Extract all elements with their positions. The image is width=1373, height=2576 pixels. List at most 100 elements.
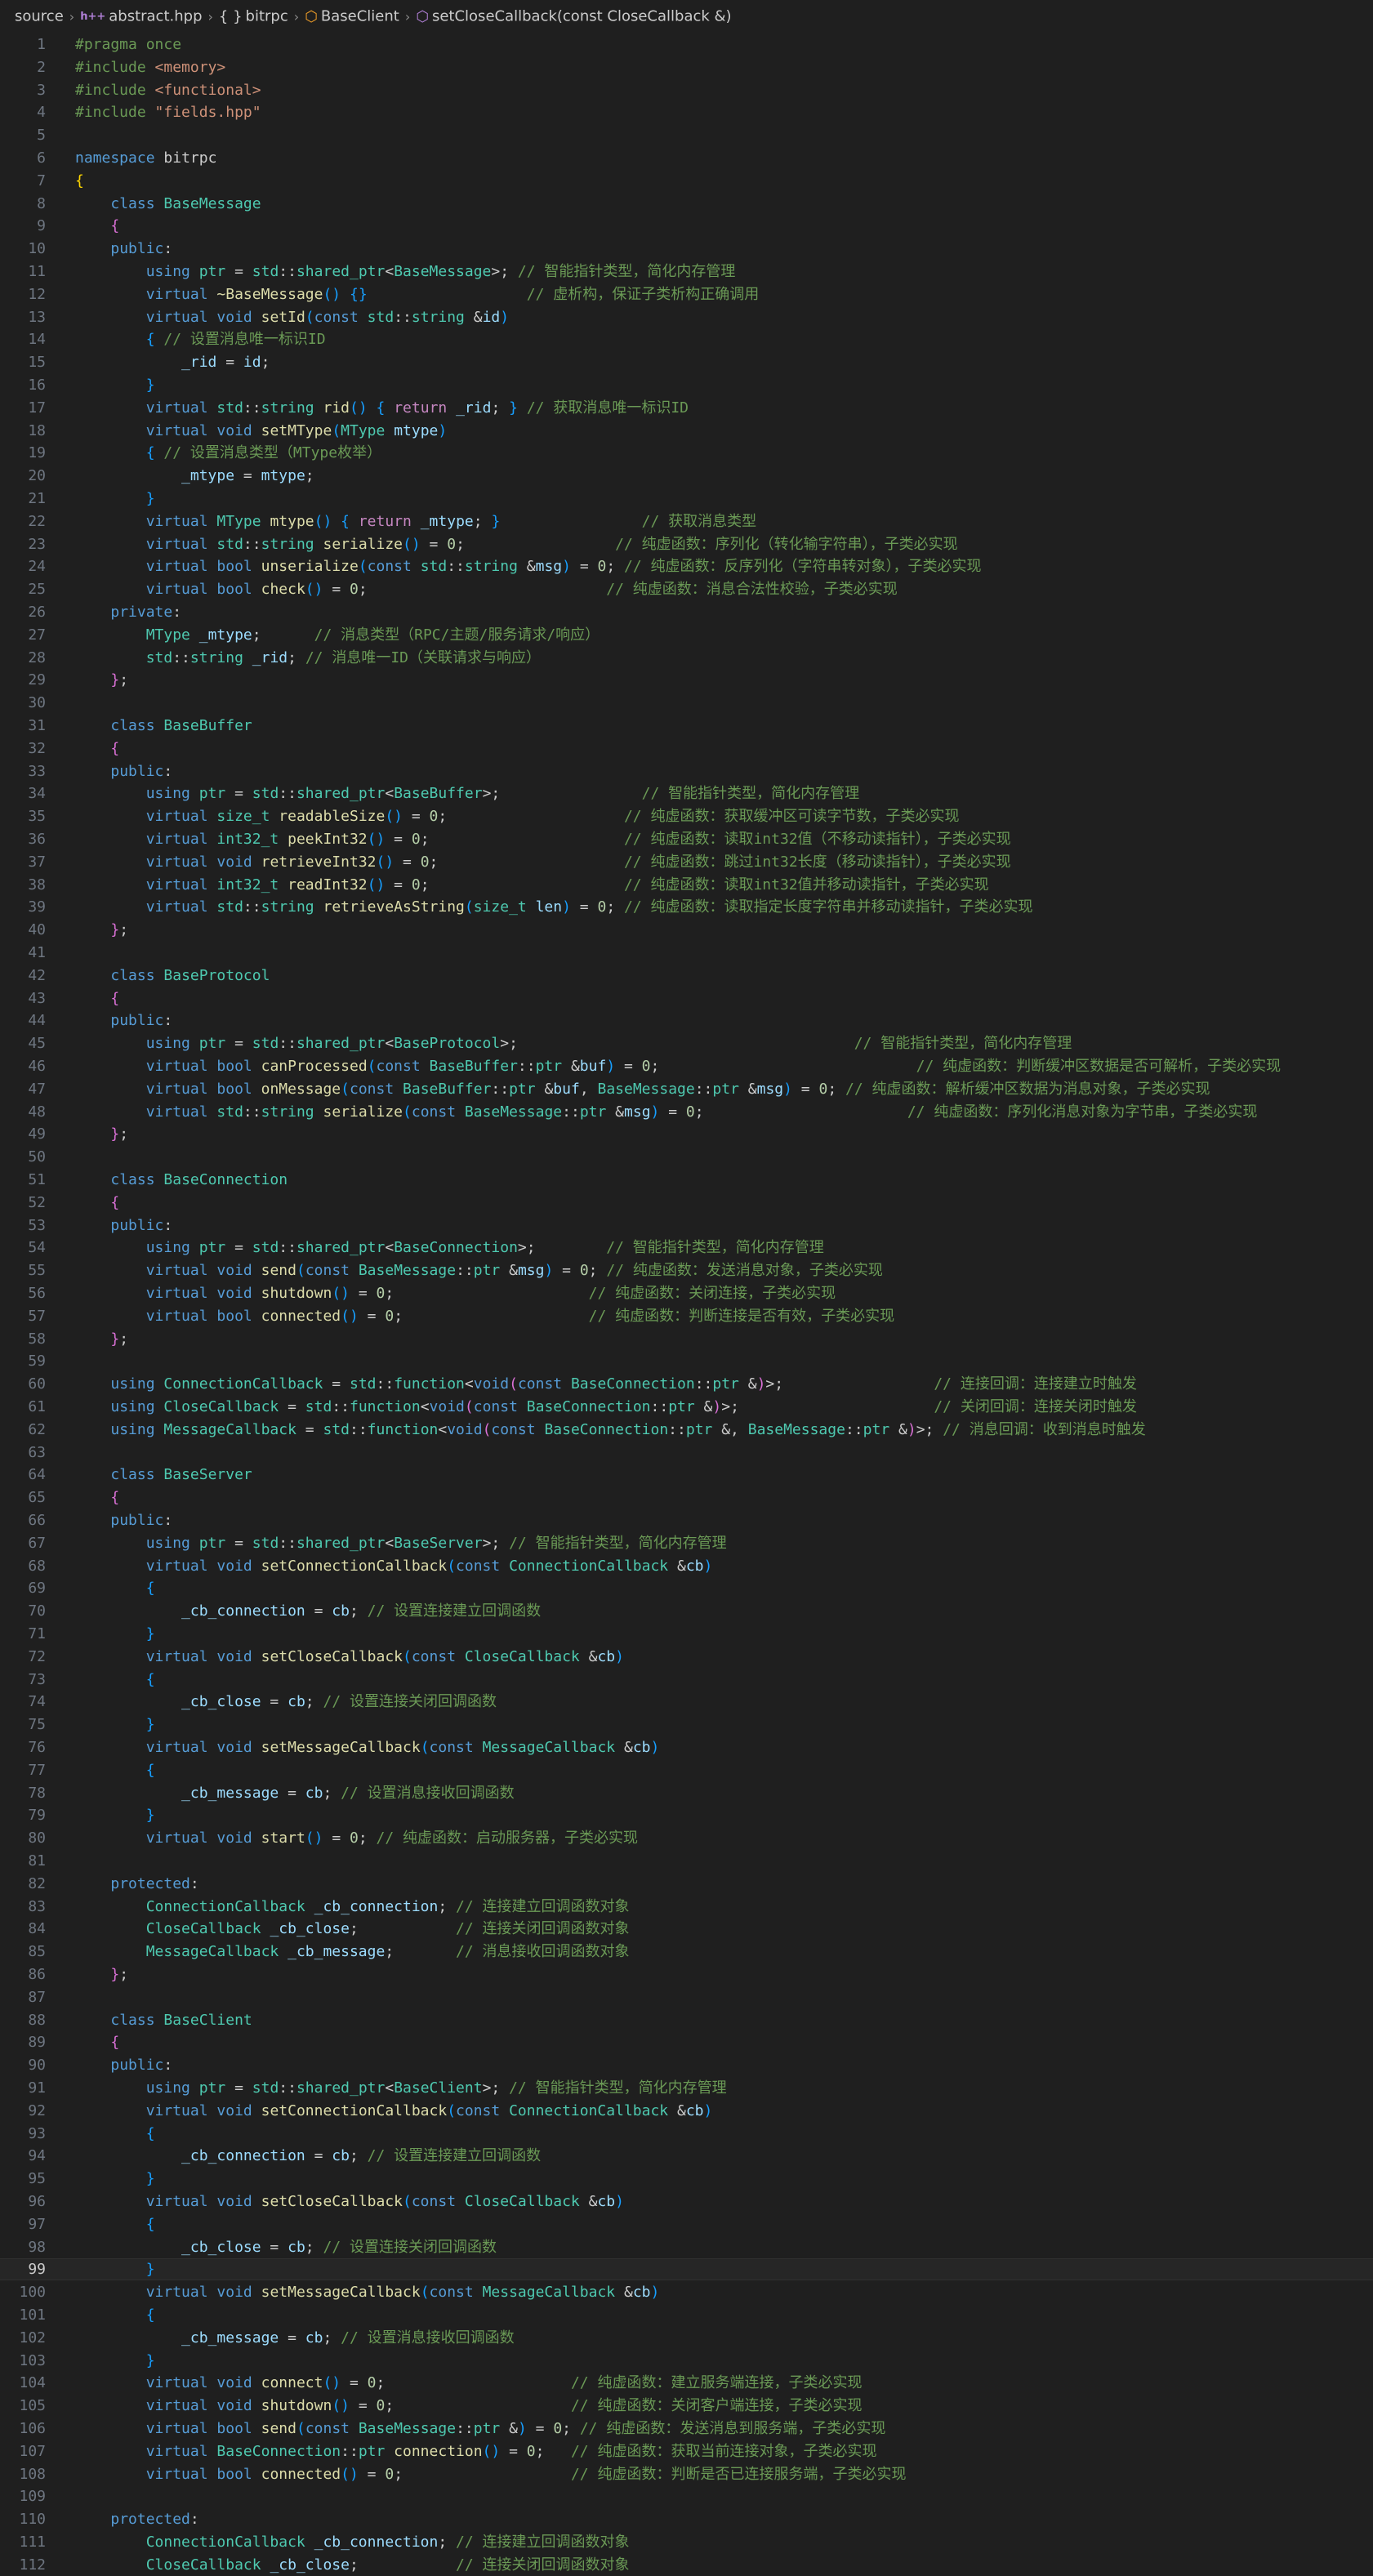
code-line[interactable]: 75 }: [0, 1714, 1373, 1736]
code-line[interactable]: 39 virtual std::string retrieveAsString(…: [0, 896, 1373, 918]
code-line[interactable]: 8 class BaseMessage: [0, 193, 1373, 215]
code-line[interactable]: 48 virtual std::string serialize(const B…: [0, 1101, 1373, 1123]
code-line[interactable]: 87: [0, 1986, 1373, 2008]
crumb-method[interactable]: ⬡ setCloseCallback(const CloseCallback &): [416, 7, 731, 25]
code-line[interactable]: 24 virtual bool unserialize(const std::s…: [0, 555, 1373, 577]
code-line[interactable]: 105 virtual void shutdown() = 0; // 纯虚函数…: [0, 2395, 1373, 2417]
code-editor[interactable]: 1 #pragma once 2 #include <memory> 3 #include…: [0, 33, 1373, 2574]
crumb-file[interactable]: h++ abstract.hpp: [80, 7, 202, 25]
code-line[interactable]: 2 #include <memory>: [0, 56, 1373, 78]
code-line[interactable]: 54 using ptr = std::shared_ptr<BaseConne…: [0, 1237, 1373, 1259]
code-line[interactable]: 5: [0, 124, 1373, 146]
crumb-source[interactable]: source: [15, 7, 64, 25]
code-line[interactable]: 93 {: [0, 2123, 1373, 2145]
code-line[interactable]: 40 };: [0, 919, 1373, 941]
code-line[interactable]: 110 protected:: [0, 2508, 1373, 2530]
code-line[interactable]: 14 { // 设置消息唯一标识ID: [0, 328, 1373, 350]
crumb-namespace[interactable]: { } bitrpc: [219, 7, 288, 25]
code-line[interactable]: 109: [0, 2485, 1373, 2507]
code-line[interactable]: 50: [0, 1146, 1373, 1168]
code-line[interactable]: 69 {: [0, 1577, 1373, 1599]
code-line[interactable]: 98 _cb_close = cb; // 设置连接关闭回调函数: [0, 2236, 1373, 2258]
code-line[interactable]: 59: [0, 1350, 1373, 1372]
code-line[interactable]: 95 }: [0, 2168, 1373, 2190]
code-line[interactable]: 47 virtual bool onMessage(const BaseBuff…: [0, 1078, 1373, 1100]
code-line[interactable]: 22 virtual MType mtype() { return _mtype…: [0, 510, 1373, 533]
code-line[interactable]: 68 virtual void setConnectionCallback(co…: [0, 1555, 1373, 1577]
code-line[interactable]: 62 using MessageCallback = std::function…: [0, 1419, 1373, 1441]
code-line[interactable]: 100 virtual void setMessageCallback(cons…: [0, 2281, 1373, 2303]
code-line[interactable]: 112 CloseCallback _cb_close; // 连接关闭回调函数…: [0, 2554, 1373, 2576]
code-line[interactable]: 102 _cb_message = cb; // 设置消息接收回调函数: [0, 2327, 1373, 2349]
crumb-class[interactable]: ⬡ BaseClient: [305, 7, 399, 25]
code-line[interactable]: 101 {: [0, 2304, 1373, 2326]
code-line[interactable]: 80 virtual void start() = 0; // 纯虚函数：启动服…: [0, 1827, 1373, 1849]
code-line[interactable]: 26 private:: [0, 601, 1373, 623]
code-line[interactable]: 52 {: [0, 1192, 1373, 1214]
code-line[interactable]: 45 using ptr = std::shared_ptr<BaseProto…: [0, 1032, 1373, 1054]
code-line[interactable]: 21 }: [0, 488, 1373, 510]
code-line[interactable]: 81: [0, 1850, 1373, 1872]
code-line[interactable]: 35 virtual size_t readableSize() = 0; //…: [0, 805, 1373, 827]
code-line[interactable]: 46 virtual bool canProcessed(const BaseB…: [0, 1055, 1373, 1077]
code-line[interactable]: 15 _rid = id;: [0, 351, 1373, 373]
code-line[interactable]: 84 CloseCallback _cb_close; // 连接关闭回调函数对…: [0, 1918, 1373, 1940]
code-line[interactable]: 29 };: [0, 669, 1373, 691]
code-line[interactable]: 55 virtual void send(const BaseMessage::…: [0, 1259, 1373, 1281]
code-line[interactable]: 67 using ptr = std::shared_ptr<BaseServe…: [0, 1532, 1373, 1554]
code-line[interactable]: 37 virtual void retrieveInt32() = 0; // …: [0, 851, 1373, 873]
code-line[interactable]: 42 class BaseProtocol: [0, 965, 1373, 987]
code-line[interactable]: 36 virtual int32_t peekInt32() = 0; // 纯…: [0, 828, 1373, 850]
code-line[interactable]: 85 MessageCallback _cb_message; // 消息接收回…: [0, 1941, 1373, 1963]
code-line[interactable]: 103 }: [0, 2350, 1373, 2372]
code-line[interactable]: 34 using ptr = std::shared_ptr<BaseBuffe…: [0, 782, 1373, 804]
code-line[interactable]: 1 #pragma once: [0, 33, 1373, 56]
code-line[interactable]: 77 {: [0, 1759, 1373, 1781]
code-line[interactable]: 13 virtual void setId(const std::string …: [0, 306, 1373, 328]
code-line[interactable]: 33 public:: [0, 760, 1373, 782]
code-line[interactable]: 92 virtual void setConnectionCallback(co…: [0, 2100, 1373, 2122]
code-line[interactable]: 70 _cb_connection = cb; // 设置连接建立回调函数: [0, 1600, 1373, 1622]
code-line[interactable]: 41: [0, 942, 1373, 964]
code-line[interactable]: 96 virtual void setCloseCallback(const C…: [0, 2190, 1373, 2213]
code-line[interactable]: 90 public:: [0, 2054, 1373, 2076]
code-line[interactable]: 6 namespace bitrpc: [0, 147, 1373, 169]
code-line[interactable]: 57 virtual bool connected() = 0; // 纯虚函数…: [0, 1305, 1373, 1327]
code-line[interactable]: 12 virtual ~BaseMessage() {} // 虚析构，保证子类…: [0, 283, 1373, 305]
code-line[interactable]: 76 virtual void setMessageCallback(const…: [0, 1736, 1373, 1758]
code-line[interactable]: 53 public:: [0, 1214, 1373, 1237]
code-line[interactable]: 72 virtual void setCloseCallback(const C…: [0, 1646, 1373, 1668]
code-line[interactable]: 60 using ConnectionCallback = std::funct…: [0, 1373, 1373, 1395]
code-line[interactable]: 97 {: [0, 2213, 1373, 2235]
code-line[interactable]: 99 }: [0, 2258, 1373, 2280]
code-line[interactable]: 31 class BaseBuffer: [0, 715, 1373, 737]
code-line[interactable]: 10 public:: [0, 238, 1373, 260]
code-line[interactable]: 74 _cb_close = cb; // 设置连接关闭回调函数: [0, 1691, 1373, 1713]
code-line[interactable]: 4 #include "fields.hpp": [0, 101, 1373, 123]
code-line[interactable]: 64 class BaseServer: [0, 1464, 1373, 1486]
code-line[interactable]: 88 class BaseClient: [0, 2009, 1373, 2031]
code-line[interactable]: 49 };: [0, 1123, 1373, 1145]
code-line[interactable]: 11 using ptr = std::shared_ptr<BaseMessa…: [0, 261, 1373, 283]
code-line[interactable]: 19 { // 设置消息类型（MType枚举）: [0, 442, 1373, 464]
code-line[interactable]: 23 virtual std::string serialize() = 0; …: [0, 533, 1373, 555]
code-line[interactable]: 25 virtual bool check() = 0; // 纯虚函数：消息合…: [0, 578, 1373, 600]
code-line[interactable]: 104 virtual void connect() = 0; // 纯虚函数：…: [0, 2372, 1373, 2394]
code-line[interactable]: 71 }: [0, 1623, 1373, 1645]
code-line[interactable]: 18 virtual void setMType(MType mtype): [0, 420, 1373, 442]
code-line[interactable]: 111 ConnectionCallback _cb_connection; /…: [0, 2531, 1373, 2553]
code-line[interactable]: 28 std::string _rid; // 消息唯一ID（关联请求与响应）: [0, 647, 1373, 669]
code-line[interactable]: 17 virtual std::string rid() { return _r…: [0, 397, 1373, 419]
code-line[interactable]: 107 virtual BaseConnection::ptr connecti…: [0, 2440, 1373, 2462]
code-line[interactable]: 108 virtual bool connected() = 0; // 纯虚函…: [0, 2463, 1373, 2485]
code-line[interactable]: 94 _cb_connection = cb; // 设置连接建立回调函数: [0, 2145, 1373, 2167]
code-line[interactable]: 30: [0, 692, 1373, 714]
code-line[interactable]: 32 {: [0, 738, 1373, 760]
code-line[interactable]: 65 {: [0, 1486, 1373, 1509]
code-line[interactable]: 78 _cb_message = cb; // 设置消息接收回调函数: [0, 1782, 1373, 1804]
code-line[interactable]: 51 class BaseConnection: [0, 1169, 1373, 1191]
code-line[interactable]: 82 protected:: [0, 1873, 1373, 1895]
code-line[interactable]: 79 }: [0, 1804, 1373, 1826]
code-line[interactable]: 83 ConnectionCallback _cb_connection; //…: [0, 1896, 1373, 1918]
code-line[interactable]: 9 {: [0, 215, 1373, 237]
